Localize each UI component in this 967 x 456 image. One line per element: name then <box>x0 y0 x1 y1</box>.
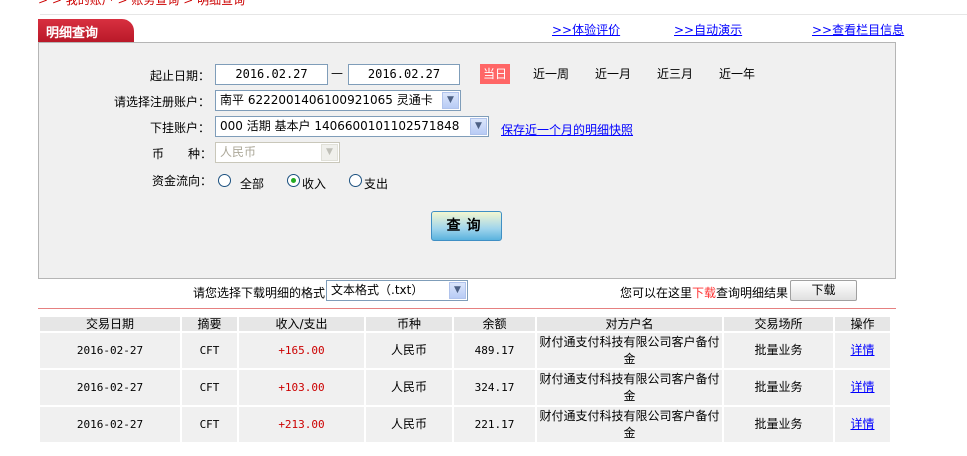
range-year[interactable]: 近一年 <box>716 64 758 84</box>
cell-currency: 人民币 <box>364 331 454 370</box>
cell-counterparty: 财付通支付科技有限公司客户备付金 <box>535 368 724 407</box>
flow-all-radio[interactable] <box>218 174 231 187</box>
table-row: 2016-02-27 CFT +213.00 人民币 221.17 财付通支付科… <box>38 405 892 444</box>
format-label: 请您选择下载明细的格式 <box>193 286 326 300</box>
format-select[interactable]: 文本格式（.txt） ▼ <box>326 280 468 301</box>
flow-label: 资金流向： <box>152 174 213 188</box>
download-button[interactable]: 下载 <box>790 280 857 301</box>
flow-expense-radio[interactable] <box>349 174 362 187</box>
range-week[interactable]: 近一周 <box>530 64 572 84</box>
cell-balance: 489.17 <box>452 331 537 370</box>
flow-income-label[interactable]: 收入 <box>302 175 326 192</box>
start-date-input[interactable]: 2016.02.27 <box>215 64 328 85</box>
cell-balance: 221.17 <box>452 405 537 444</box>
flow-expense-label[interactable]: 支出 <box>364 175 388 192</box>
cell-currency: 人民币 <box>364 368 454 407</box>
cell-date: 2016-02-27 <box>38 331 182 370</box>
cell-summary: CFT <box>180 331 239 370</box>
cell-location: 批量业务 <box>722 331 835 370</box>
save-snapshot-link[interactable]: 保存近一个月的明细快照 <box>501 121 633 138</box>
panel-title: 明细查询 <box>38 19 134 43</box>
cell-date: 2016-02-27 <box>38 405 182 444</box>
subaccount-select[interactable]: 000 活期 基本户 1406600101102571848 ▼ <box>215 116 489 137</box>
subaccount-label: 下挂账户： <box>149 121 210 135</box>
divider <box>38 308 896 309</box>
divider <box>40 14 967 15</box>
currency-select[interactable]: 人民币 ▼ <box>215 142 340 163</box>
cell-location: 批量业务 <box>722 405 835 444</box>
feedback-link[interactable]: >>体验评价 <box>552 21 620 38</box>
cell-counterparty: 财付通支付科技有限公司客户备付金 <box>535 405 724 444</box>
cell-amount: +103.00 <box>237 368 366 407</box>
col-date: 交易日期 <box>38 317 182 333</box>
chevron-down-icon: ▼ <box>442 92 459 109</box>
range-today[interactable]: 当日 <box>480 64 511 84</box>
account-value: 南平 6222001406100921065 灵通卡 <box>220 93 433 107</box>
column-info-link[interactable]: >>查看栏目信息 <box>812 21 904 38</box>
cell-balance: 324.17 <box>452 368 537 407</box>
hint-highlight: 下载 <box>692 286 717 300</box>
col-summary: 摘要 <box>180 317 239 333</box>
table-row: 2016-02-27 CFT +103.00 人民币 324.17 财付通支付科… <box>38 368 892 407</box>
date-dash: — <box>331 66 343 80</box>
query-button[interactable]: 查询 <box>431 211 502 241</box>
flow-income-radio[interactable] <box>287 174 300 187</box>
currency-label: 币 种： <box>152 147 213 161</box>
col-action: 操作 <box>833 317 892 333</box>
format-value: 文本格式（.txt） <box>331 283 424 297</box>
cell-currency: 人民币 <box>364 405 454 444</box>
col-location: 交易场所 <box>722 317 835 333</box>
chevron-down-icon: ▼ <box>449 282 466 299</box>
range-month[interactable]: 近一月 <box>592 64 634 84</box>
col-amount: 收入/支出 <box>237 317 366 333</box>
breadcrumb: > > 我的账户 > 账务查询 > 明细查询 <box>38 0 246 7</box>
cell-amount: +165.00 <box>237 331 366 370</box>
details-link[interactable]: 详情 <box>850 380 874 394</box>
cell-summary: CFT <box>180 368 239 407</box>
auto-demo-link[interactable]: >>自动演示 <box>674 21 742 38</box>
download-hint: 您可以在这里下载查询明细结果 <box>620 284 788 301</box>
cell-summary: CFT <box>180 405 239 444</box>
hint-text: 查询明细结果 <box>716 286 789 300</box>
range-3months[interactable]: 近三月 <box>654 64 696 84</box>
hint-text: 您可以在这里 <box>620 286 693 300</box>
col-counterparty: 对方户名 <box>535 317 724 333</box>
table-row: 2016-02-27 CFT +165.00 人民币 489.17 财付通支付科… <box>38 331 892 370</box>
cell-location: 批量业务 <box>722 368 835 407</box>
subaccount-value: 000 活期 基本户 1406600101102571848 <box>220 119 460 133</box>
date-range-label: 起止日期： <box>149 69 210 83</box>
cell-amount: +213.00 <box>237 405 366 444</box>
details-link[interactable]: 详情 <box>850 343 874 357</box>
chevron-down-icon: ▼ <box>470 118 487 135</box>
account-select[interactable]: 南平 6222001406100921065 灵通卡 ▼ <box>215 90 461 111</box>
table-header: 交易日期 摘要 收入/支出 币种 余额 对方户名 交易场所 操作 <box>38 317 892 333</box>
end-date-input[interactable]: 2016.02.27 <box>348 64 460 85</box>
col-balance: 余额 <box>452 317 537 333</box>
details-link[interactable]: 详情 <box>850 417 874 431</box>
cell-counterparty: 财付通支付科技有限公司客户备付金 <box>535 331 724 370</box>
flow-all-label[interactable]: 全部 <box>240 175 264 192</box>
currency-value: 人民币 <box>220 145 257 159</box>
col-currency: 币种 <box>364 317 454 333</box>
cell-date: 2016-02-27 <box>38 368 182 407</box>
account-label: 请选择注册账户： <box>113 95 210 109</box>
chevron-down-icon: ▼ <box>321 144 338 161</box>
transactions-table: 交易日期 摘要 收入/支出 币种 余额 对方户名 交易场所 操作 2016-02… <box>38 317 892 444</box>
